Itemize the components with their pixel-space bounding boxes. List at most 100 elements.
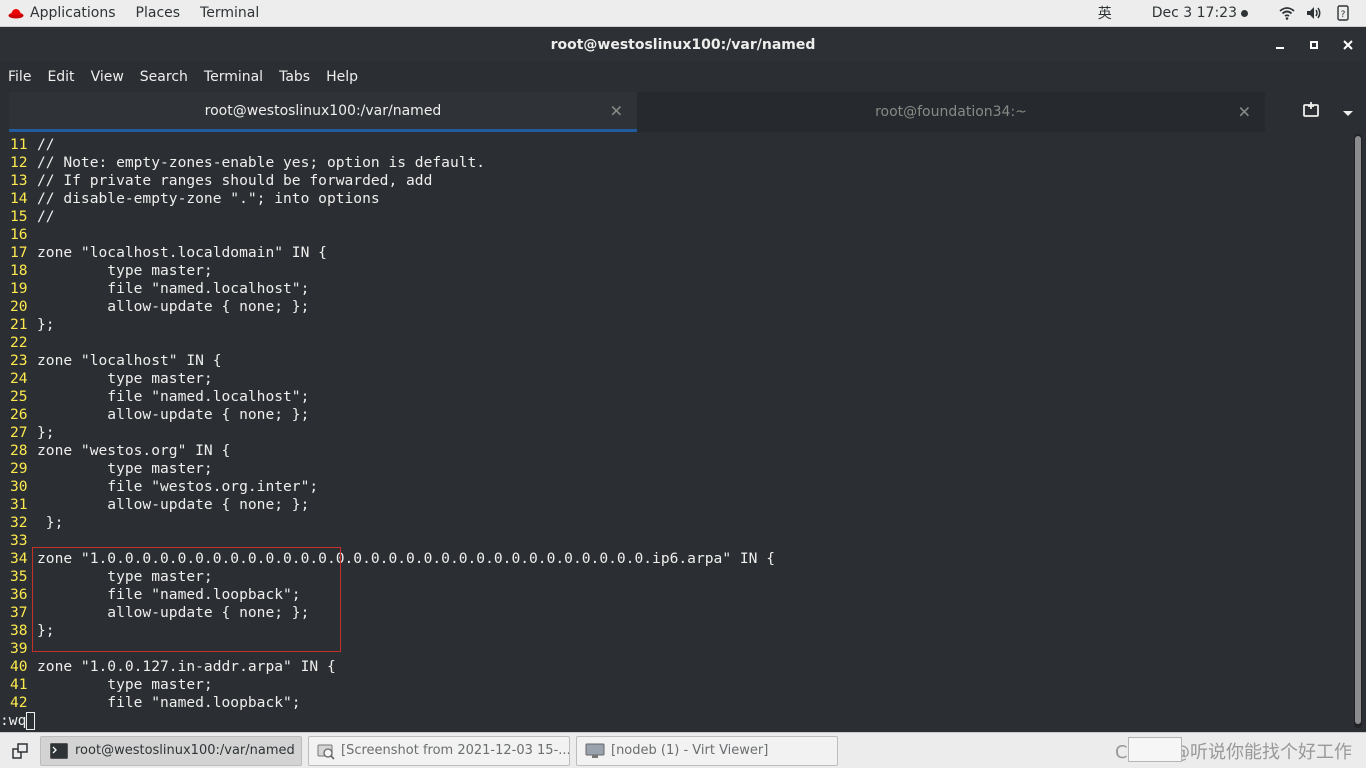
line-text: file "named.localhost"; (37, 388, 310, 405)
code-line: 18 type master; (0, 262, 775, 280)
line-number: 18 (10, 262, 28, 279)
tab-close-icon[interactable]: ✕ (1238, 103, 1251, 122)
line-number: 17 (10, 244, 28, 261)
taskbar-item-label: [nodeb (1) - Virt Viewer] (611, 743, 769, 758)
tab-foundation34[interactable]: root@foundation34:~ ✕ (637, 92, 1265, 132)
code-line: 42 file "named.loopback"; (0, 694, 775, 712)
scrollbar-thumb[interactable] (1355, 136, 1361, 724)
svg-text:?: ? (1341, 10, 1346, 20)
line-text: zone "localhost" IN { (37, 352, 222, 369)
code-line: 27}; (0, 424, 775, 442)
code-line: 29 type master; (0, 460, 775, 478)
tab-menu-chevron-down-icon[interactable] (1342, 103, 1354, 122)
code-line: 23 zone "localhost" IN { (0, 352, 775, 370)
close-window-button[interactable] (1338, 35, 1358, 55)
line-number: 26 (10, 406, 28, 423)
virt-viewer-icon (585, 742, 605, 760)
taskbar-item-terminal[interactable]: root@westoslinux100:/var/named (40, 735, 302, 766)
menubar: File Edit View Search Terminal Tabs Help (0, 62, 1366, 92)
menu-edit[interactable]: Edit (47, 69, 74, 85)
line-text: zone "localhost.localdomain" IN { (37, 244, 327, 261)
tab-label: root@foundation34:~ (875, 104, 1027, 120)
places-menu[interactable]: Places (126, 0, 191, 26)
terminal-app-menu[interactable]: Terminal (190, 0, 269, 26)
terminal-window: root@westoslinux100:/var/named File Edit… (0, 28, 1366, 731)
code-line: 32 }; (0, 514, 775, 532)
menu-help[interactable]: Help (326, 69, 358, 85)
code-line: 25 file "named.localhost"; (0, 388, 775, 406)
line-number: 30 (10, 478, 28, 495)
screenshot-icon (317, 742, 335, 760)
line-text: allow-update { none; }; (37, 496, 310, 513)
line-number: 19 (10, 280, 28, 297)
redhat-icon (8, 9, 24, 19)
line-text: file "named.localhost"; (37, 280, 310, 297)
line-number: 24 (10, 370, 28, 387)
line-text: // If private ranges should be forwarded… (37, 172, 433, 189)
line-number: 12 (10, 154, 28, 171)
volume-icon[interactable] (1306, 4, 1324, 22)
line-text: // disable-empty-zone "."; into options (37, 190, 380, 207)
terminal-icon (49, 742, 69, 760)
line-text: // (37, 208, 55, 225)
code-line: 14 // disable-empty-zone "."; into option… (0, 190, 775, 208)
applications-menu[interactable]: Applications (0, 0, 126, 26)
system-menu-icon[interactable]: ? (1334, 4, 1352, 22)
applications-label: Applications (30, 5, 116, 21)
text-cursor (26, 712, 36, 730)
line-number: 31 (10, 496, 28, 513)
line-text: }; (37, 424, 55, 441)
code-line: 24 type master; (0, 370, 775, 388)
line-text: type master; (37, 676, 213, 693)
new-tab-icon[interactable] (1302, 102, 1320, 122)
line-number: 20 (10, 298, 28, 315)
taskbar-item-virt-viewer[interactable]: [nodeb (1) - Virt Viewer] (576, 735, 838, 766)
line-text: zone "1.0.0.127.in-addr.arpa" IN { (37, 658, 336, 675)
terminal-viewport[interactable]: 11 // 12 // Note: empty-zones-enable yes; o… (0, 132, 1366, 731)
taskbar-item-label: [Screenshot from 2021-12-03 15-... (341, 743, 570, 758)
line-text: zone "westos.org" IN { (37, 442, 231, 459)
line-text: type master; (37, 370, 213, 387)
menu-search[interactable]: Search (140, 69, 188, 85)
code-line: 15 // (0, 208, 775, 226)
vim-command-line[interactable]: :wq (0, 712, 775, 730)
menu-terminal[interactable]: Terminal (204, 69, 263, 85)
line-number: 22 (10, 334, 28, 351)
code-line: 11 // (0, 136, 775, 154)
code-line: 41 type master; (0, 676, 775, 694)
wifi-icon[interactable] (1278, 4, 1296, 22)
code-line: 26 allow-update { none; }; (0, 406, 775, 424)
tab-westoslinux100[interactable]: root@westoslinux100:/var/named ✕ (9, 92, 637, 132)
clock[interactable]: Dec 3 17:23 (1152, 5, 1248, 21)
notification-dot (1241, 9, 1248, 17)
menu-view[interactable]: View (91, 69, 124, 85)
vim-command-text: :wq (0, 712, 27, 729)
show-desktop-icon[interactable] (6, 737, 34, 765)
top-bar: Applications Places Terminal 英 Dec 3 17:… (0, 0, 1366, 27)
line-number: 25 (10, 388, 28, 405)
window-title: root@westoslinux100:/var/named (550, 37, 816, 53)
workspace-pager[interactable] (1128, 737, 1182, 762)
code-line: 22 (0, 334, 775, 352)
code-line: 16 (0, 226, 775, 244)
code-line: 21}; (0, 316, 775, 334)
line-number: 28 (10, 442, 28, 459)
line-text: file "named.loopback"; (37, 694, 301, 711)
line-number: 16 (10, 226, 28, 243)
taskbar-item-label: root@westoslinux100:/var/named (75, 743, 295, 758)
taskbar-item-screenshot[interactable]: [Screenshot from 2021-12-03 15-... (308, 735, 570, 766)
menu-file[interactable]: File (8, 69, 31, 85)
highlight-box (32, 547, 341, 652)
tab-close-icon[interactable]: ✕ (610, 101, 623, 120)
line-number: 42 (10, 694, 28, 711)
code-line: 31 allow-update { none; }; (0, 496, 775, 514)
input-method-indicator[interactable]: 英 (1098, 3, 1112, 23)
window-titlebar[interactable]: root@westoslinux100:/var/named (0, 28, 1366, 62)
minimize-button[interactable] (1270, 35, 1290, 55)
code-line: 13 // If private ranges should be forward… (0, 172, 775, 190)
code-line: 12 // Note: empty-zones-enable yes; optio… (0, 154, 775, 172)
menu-tabs[interactable]: Tabs (279, 69, 310, 85)
maximize-button[interactable] (1304, 35, 1324, 55)
line-number: 15 (10, 208, 28, 225)
line-text: file "westos.org.inter"; (37, 478, 319, 495)
